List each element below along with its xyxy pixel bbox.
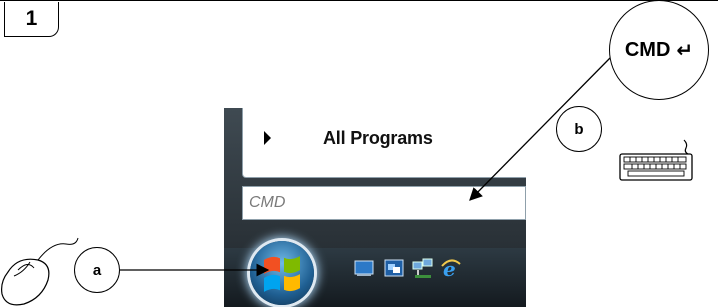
cmd-enter-callout: CMD ↵ [609, 0, 709, 100]
callout-b: b [556, 106, 602, 152]
cmd-text: CMD [624, 38, 671, 61]
callout-a: a [74, 247, 120, 293]
enter-key-icon: ↵ [676, 39, 694, 62]
